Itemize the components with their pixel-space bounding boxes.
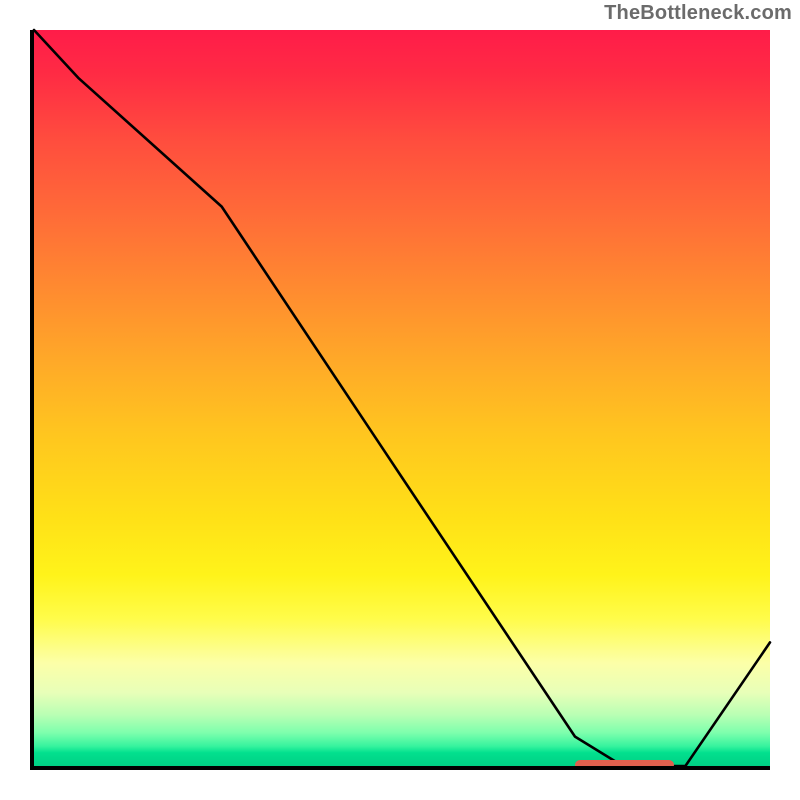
y-axis — [30, 30, 34, 770]
curve-path — [34, 30, 770, 766]
chart-frame — [30, 30, 770, 770]
x-axis — [30, 766, 770, 770]
watermark-text: TheBottleneck.com — [604, 2, 792, 25]
plot-area — [30, 30, 770, 770]
bottleneck-curve — [30, 30, 770, 770]
